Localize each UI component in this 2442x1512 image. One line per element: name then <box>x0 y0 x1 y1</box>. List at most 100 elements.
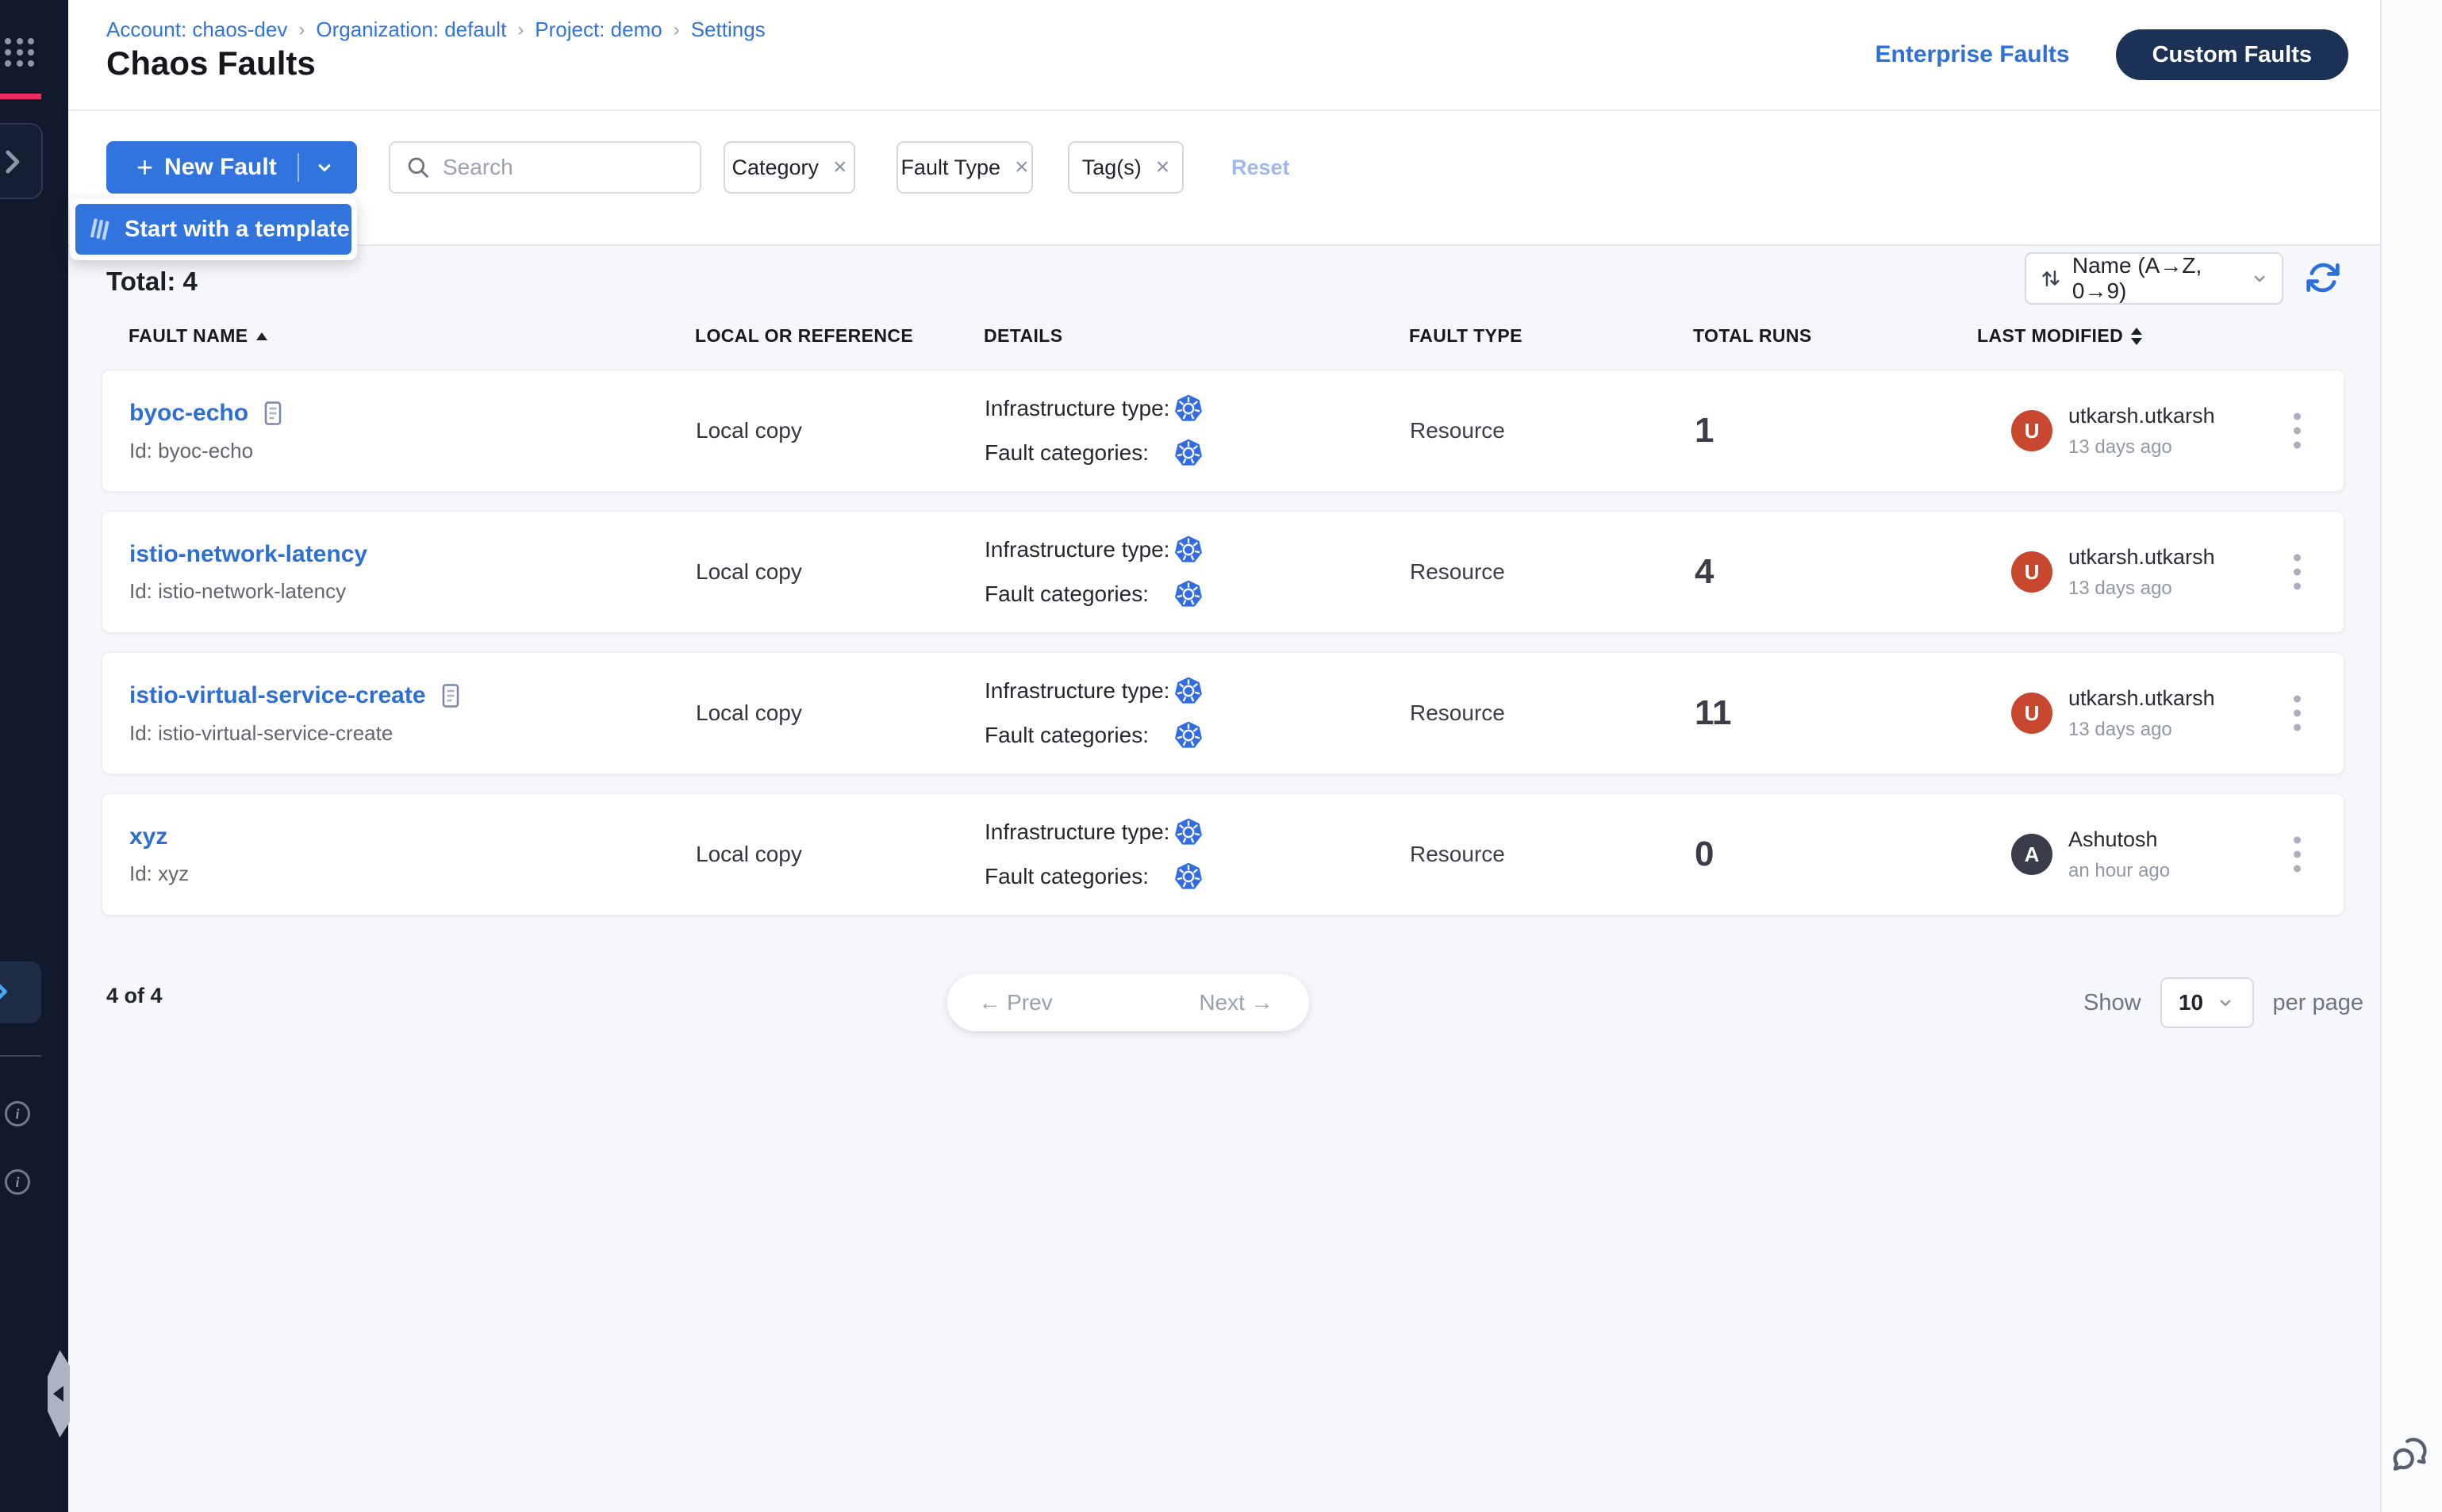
chip-label: Tag(s) <box>1082 155 1142 180</box>
left-sidebar: i i <box>0 0 68 1512</box>
sort-arrows-icon <box>2039 266 2063 291</box>
filter-chip-fault-type[interactable]: Fault Type × <box>897 141 1033 194</box>
fault-id: Id: byoc-echo <box>129 439 285 463</box>
fault-type: Resource <box>1410 370 1505 491</box>
app-grid-icon[interactable] <box>5 38 35 67</box>
fault-id: Id: istio-virtual-service-create <box>129 721 463 746</box>
column-header-last-modified[interactable]: LAST MODIFIED <box>1977 325 2142 347</box>
kubernetes-icon <box>1173 862 1204 892</box>
refresh-icon <box>2306 260 2340 295</box>
current-page-button[interactable]: 1 <box>1084 974 1163 1031</box>
modified-time: 13 days ago <box>2068 719 2215 741</box>
sidebar-divider <box>0 1055 41 1057</box>
close-icon[interactable]: × <box>1156 155 1170 179</box>
new-fault-button[interactable]: + New Fault <box>106 141 357 194</box>
custom-faults-button[interactable]: Custom Faults <box>2116 29 2348 80</box>
modified-time: an hour ago <box>2068 860 2170 882</box>
modified-by: utkarsh.utkarsh <box>2068 686 2215 711</box>
table-row: byoc-echo Id: byoc-echo Local copy Infra… <box>102 370 2344 492</box>
breadcrumb-organization[interactable]: Organization: default <box>316 17 506 42</box>
start-with-template-item[interactable]: Start with a template <box>75 204 351 255</box>
header-actions: Enterprise Faults Custom Faults <box>1876 29 2348 81</box>
infra-type-label: Infrastructure type: <box>985 396 1173 421</box>
close-icon[interactable]: × <box>1015 155 1029 179</box>
filter-chip-category[interactable]: Category × <box>724 141 855 194</box>
sort-dropdown[interactable]: Name (A→Z, 0→9) <box>2025 252 2283 305</box>
pagination-summary: 4 of 4 <box>106 984 163 1008</box>
prev-page-button[interactable]: ← Prev <box>947 974 1084 1031</box>
nav-expand-panel[interactable] <box>0 123 43 199</box>
fault-type: Resource <box>1410 653 1505 773</box>
fault-type: Resource <box>1410 794 1505 915</box>
avatar: U <box>2011 693 2052 734</box>
fault-categories-label: Fault categories: <box>985 581 1173 607</box>
enterprise-faults-link[interactable]: Enterprise Faults <box>1876 41 2070 68</box>
sidebar-expand-button[interactable] <box>0 961 41 1023</box>
fault-list-area: Total: 4 Name (A→Z, 0→9) FAULT NAME LOCA… <box>68 246 2380 1512</box>
fault-name-link[interactable]: istio-network-latency <box>129 541 367 568</box>
chat-bubbles-icon[interactable] <box>2388 1433 2434 1479</box>
search-icon <box>405 154 432 181</box>
local-or-reference: Local copy <box>696 794 802 915</box>
fault-categories-label: Fault categories: <box>985 864 1173 889</box>
kebab-menu-icon[interactable] <box>2294 555 2301 590</box>
next-page-button[interactable]: Next → <box>1163 974 1309 1031</box>
page-size-select[interactable]: 10 <box>2160 977 2254 1028</box>
total-runs: 1 <box>1695 370 1714 491</box>
reset-filters-button[interactable]: Reset <box>1231 141 1290 194</box>
fault-name-link[interactable]: istio-virtual-service-create <box>129 682 426 709</box>
fault-id: Id: xyz <box>129 862 189 886</box>
infra-type-label: Infrastructure type: <box>985 537 1173 562</box>
column-header-details: DETAILS <box>984 325 1062 347</box>
page-header: Account: chaos-dev › Organization: defau… <box>68 0 2380 111</box>
kebab-menu-icon[interactable] <box>2294 413 2301 449</box>
modified-by: Ashutosh <box>2068 827 2170 852</box>
fault-rows: byoc-echo Id: byoc-echo Local copy Infra… <box>102 370 2344 934</box>
fault-id: Id: istio-network-latency <box>129 579 367 604</box>
kubernetes-icon <box>1173 676 1204 706</box>
copy-icon[interactable] <box>261 399 285 428</box>
local-or-reference: Local copy <box>696 653 802 773</box>
fault-name-link[interactable]: byoc-echo <box>129 400 248 427</box>
fault-name-link[interactable]: xyz <box>129 823 167 850</box>
page-size-value: 10 <box>2179 990 2203 1015</box>
chevron-down-icon[interactable] <box>313 156 336 178</box>
new-fault-dropdown-menu: Start with a template <box>70 198 357 260</box>
breadcrumb-account[interactable]: Account: chaos-dev <box>106 17 287 42</box>
table-row: istio-virtual-service-create Id: istio-v… <box>102 652 2344 774</box>
total-runs: 4 <box>1695 512 1714 632</box>
button-divider <box>298 153 299 182</box>
details-cell: Infrastructure type: Fault categories: <box>985 370 1204 491</box>
column-header-local: LOCAL OR REFERENCE <box>695 325 913 347</box>
kebab-menu-icon[interactable] <box>2294 837 2301 873</box>
info-icon[interactable]: i <box>5 1169 30 1195</box>
local-or-reference: Local copy <box>696 512 802 632</box>
breadcrumb-separator: › <box>674 19 680 41</box>
avatar: A <box>2011 834 2052 875</box>
copy-icon[interactable] <box>439 681 463 710</box>
new-fault-label: New Fault <box>164 154 277 181</box>
column-header-total-runs: TOTAL RUNS <box>1693 325 1812 347</box>
modified-by: utkarsh.utkarsh <box>2068 404 2215 428</box>
refresh-button[interactable] <box>2305 260 2341 297</box>
chevron-down-icon <box>2250 268 2269 289</box>
column-header-fault-name[interactable]: FAULT NAME <box>129 325 267 347</box>
breadcrumb: Account: chaos-dev › Organization: defau… <box>106 17 766 42</box>
close-icon[interactable]: × <box>833 155 847 179</box>
info-icon[interactable]: i <box>5 1101 30 1126</box>
filter-chip-tags[interactable]: Tag(s) × <box>1068 141 1184 194</box>
breadcrumb-project[interactable]: Project: demo <box>535 17 662 42</box>
active-module-accent <box>0 94 41 99</box>
avatar: U <box>2011 410 2052 451</box>
sort-asc-icon <box>256 332 267 340</box>
search-box <box>389 141 701 194</box>
breadcrumb-settings[interactable]: Settings <box>691 17 766 42</box>
kebab-menu-icon[interactable] <box>2294 696 2301 731</box>
sort-both-icon <box>2131 328 2142 345</box>
search-input[interactable] <box>443 155 681 180</box>
per-page-label: per page <box>2273 990 2364 1016</box>
infra-type-label: Infrastructure type: <box>985 819 1173 845</box>
kubernetes-icon <box>1173 535 1204 565</box>
fault-categories-label: Fault categories: <box>985 723 1173 748</box>
sort-label: Name (A→Z, 0→9) <box>2072 253 2250 304</box>
